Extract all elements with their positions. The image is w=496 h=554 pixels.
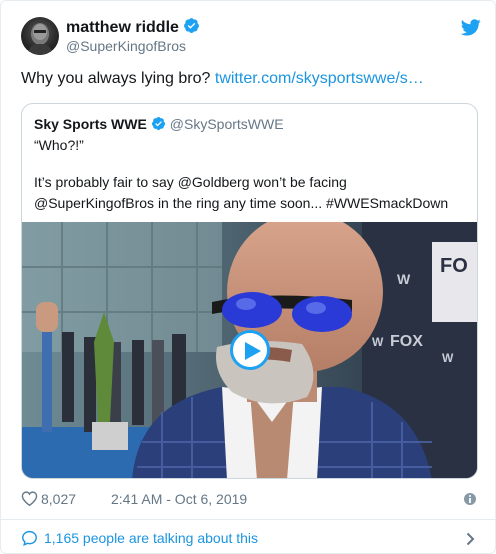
chevron-right-icon[interactable] bbox=[466, 532, 475, 546]
tweet-card: matthew riddle @SuperKingofBros Why you … bbox=[0, 0, 496, 554]
quoted-display-name[interactable]: Sky Sports WWE bbox=[34, 116, 147, 132]
divider bbox=[1, 519, 496, 520]
quoted-username[interactable]: @SkySportsWWE bbox=[170, 116, 284, 132]
avatar[interactable] bbox=[21, 17, 59, 55]
play-icon bbox=[245, 342, 261, 360]
author-username[interactable]: @SuperKingofBros bbox=[66, 38, 186, 54]
verified-badge-icon bbox=[151, 116, 165, 131]
info-icon[interactable] bbox=[463, 492, 477, 506]
heart-icon[interactable] bbox=[21, 491, 38, 506]
tweet-body: Why you always lying bro? bbox=[21, 70, 211, 87]
svg-text:W: W bbox=[397, 271, 411, 287]
svg-text:W: W bbox=[442, 351, 454, 365]
tweet-meta: 8,027 2:41 AM - Oct 6, 2019 bbox=[21, 490, 477, 510]
tweet-header: matthew riddle @SuperKingofBros bbox=[21, 17, 481, 57]
quoted-text-line-1: “Who?!” bbox=[34, 137, 84, 153]
avatar-image bbox=[27, 23, 53, 55]
tweet-link[interactable]: twitter.com/skysportswwe/s… bbox=[215, 70, 424, 87]
video-thumbnail[interactable]: FO FOX W W W bbox=[22, 222, 477, 478]
twitter-bird-icon[interactable] bbox=[461, 19, 481, 36]
conversation-link[interactable]: 1,165 people are talking about this bbox=[21, 529, 477, 549]
quoted-tweet[interactable]: Sky Sports WWE @SkySportsWWE “Who?!” It’s… bbox=[21, 103, 478, 479]
conversation-count-text[interactable]: 1,165 people are talking about this bbox=[44, 530, 258, 546]
speech-bubble-icon bbox=[22, 530, 37, 546]
verified-badge-icon bbox=[183, 18, 199, 33]
quoted-text-line-2: It’s probably fair to say @Goldberg won’… bbox=[34, 174, 347, 190]
author-display-name[interactable]: matthew riddle bbox=[66, 17, 200, 37]
author-name-text[interactable]: matthew riddle bbox=[66, 19, 179, 36]
like-count[interactable]: 8,027 bbox=[41, 491, 76, 507]
svg-text:FOX: FOX bbox=[390, 333, 423, 350]
svg-text:W: W bbox=[372, 335, 384, 349]
quoted-text-line-3: @SuperKingofBros in the ring any time so… bbox=[34, 195, 449, 211]
tweet-text: Why you always lying bro? twitter.com/sk… bbox=[21, 70, 424, 88]
tweet-timestamp[interactable]: 2:41 AM - Oct 6, 2019 bbox=[111, 491, 247, 507]
svg-text:FO: FO bbox=[440, 255, 468, 277]
play-button[interactable] bbox=[230, 330, 270, 370]
quoted-header: Sky Sports WWE @SkySportsWWE bbox=[34, 116, 284, 132]
